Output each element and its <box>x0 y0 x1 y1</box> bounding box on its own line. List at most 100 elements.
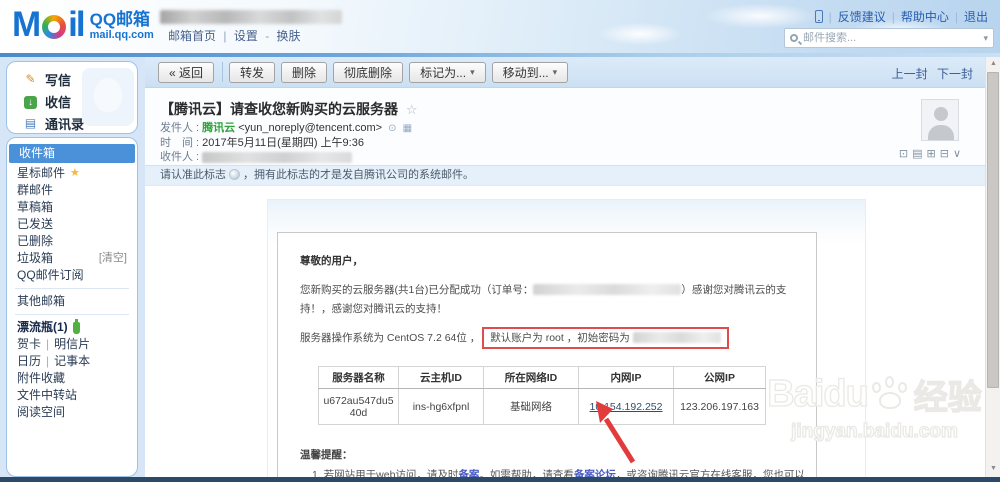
folder-label: 已删除 <box>17 233 53 250</box>
sidebar-item-deleted[interactable]: 已删除 <box>7 233 137 250</box>
scroll-up-button[interactable]: ▲ <box>986 57 1000 71</box>
notice-text-pre: 请认准此标志 <box>160 169 226 181</box>
sender-card-icon[interactable]: ▦ <box>403 123 412 134</box>
collapse-chevron-icon[interactable]: ∨ <box>953 147 961 160</box>
public-ip-cell: 123.206.197.163 <box>674 389 766 425</box>
logo-domain: mail.qq.com <box>90 29 154 41</box>
intranet-ip-link[interactable]: 10.154.192.252 <box>590 401 663 413</box>
folder-label: 星标邮件 <box>17 165 65 182</box>
print-icon[interactable]: ⊟ <box>940 147 949 160</box>
scroll-thumb[interactable] <box>987 72 999 388</box>
sidebar: ✎ 写信 ↓ 收信 ▤ 通讯录 收件箱 星标邮件 ★ 群邮件 草稿箱 已发送 已… <box>0 57 145 477</box>
delete-button[interactable]: 删除 <box>281 62 327 83</box>
sidebar-item-attachments[interactable]: 附件收藏 <box>7 370 137 387</box>
scrollbar[interactable]: ▲ ▼ <box>985 57 1000 477</box>
search-caret-icon[interactable]: ▾ <box>983 33 988 44</box>
table-header-cell: 内网IP <box>579 367 674 389</box>
logout-link[interactable]: 退出 <box>964 8 988 25</box>
folder-label: QQ邮件订阅 <box>17 267 84 284</box>
nav-separator: | <box>223 29 226 43</box>
authenticity-notice-bar: 请认准此标志 ，拥有此标志的才是发自腾讯公司的系统邮件。 <box>145 165 985 186</box>
mark-as-button[interactable]: 标记为... ▾ <box>409 62 486 83</box>
order-paragraph: 您新购买的云服务器(共1台)已分配成功（订单号：）感谢您对腾讯云的支持！，感谢您… <box>300 281 802 319</box>
prev-mail-link[interactable]: 上一封 <box>892 67 928 81</box>
back-button[interactable]: « 返回 <box>158 62 214 83</box>
notice-text-post: ，拥有此标志的才是发自腾讯公司的系统邮件。 <box>243 169 474 181</box>
feedback-link[interactable]: 反馈建议 <box>838 8 886 25</box>
postcard-link[interactable]: 明信片 <box>54 336 90 353</box>
purge-label: 彻底删除 <box>344 64 392 81</box>
caret-down-icon: ▾ <box>470 67 475 78</box>
notes-link[interactable]: 记事本 <box>54 353 90 370</box>
search-input[interactable] <box>803 32 983 44</box>
sender-name[interactable]: 腾讯云 <box>202 122 235 134</box>
search-icon <box>790 34 798 42</box>
sidebar-item-other-mail[interactable]: 其他邮箱 <box>7 293 137 310</box>
receive-label: 收信 <box>45 92 71 111</box>
caret-down-icon: ▾ <box>553 67 558 78</box>
server-table: 服务器名称 云主机ID 所在网络ID 内网IP 公网IP u672au547du… <box>318 366 766 425</box>
contacts-button[interactable]: ▤ 通讯录 <box>7 112 137 134</box>
mail-toolbar: « 返回 转发 删除 彻底删除 标记为... ▾ 移动到... ▾ 上一封 下一… <box>145 57 985 88</box>
move-to-button[interactable]: 移动到... ▾ <box>492 62 569 83</box>
contacts-label: 通讯录 <box>45 114 84 133</box>
folder-label: 附件收藏 <box>17 370 65 387</box>
sidebar-item-inbox[interactable]: 收件箱 <box>9 144 135 163</box>
instance-id-cell: ins-hg6xfpnl <box>399 389 484 425</box>
sidebar-item-drift-bottle[interactable]: 漂流瓶(1) <box>7 319 137 336</box>
table-row: u672au547du540d ins-hg6xfpnl 基础网络 10.154… <box>319 389 766 425</box>
sidebar-item-group-mail[interactable]: 群邮件 <box>7 182 137 199</box>
mark-label: 标记为... <box>420 64 466 81</box>
purge-button[interactable]: 彻底删除 <box>333 62 403 83</box>
order-number-blurred <box>533 284 681 295</box>
windows-icon[interactable]: ⊡ <box>899 147 908 160</box>
sender-badge-icon[interactable]: ⊙ <box>388 123 396 134</box>
sidebar-item-calendar-notes: 日历 | 记事本 <box>7 353 137 370</box>
top-nav: 邮箱首页 | 设置 - 换肤 <box>168 27 305 44</box>
sidebar-item-sent[interactable]: 已发送 <box>7 216 137 233</box>
receive-button[interactable]: ↓ 收信 <box>7 90 137 112</box>
bottom-bar <box>0 477 1000 482</box>
favorite-star-icon[interactable]: ☆ <box>406 102 418 117</box>
sender-address[interactable]: <yun_noreply@tencent.com> <box>238 122 382 134</box>
nav-settings-link[interactable]: 设置 <box>234 29 258 43</box>
next-mail-link[interactable]: 下一封 <box>937 67 973 81</box>
phone-icon[interactable] <box>815 10 823 23</box>
server-os-text: 服务器操作系统为 CentOS 7.2 64位 ， <box>300 332 480 344</box>
calendar-link[interactable]: 日历 <box>17 353 41 370</box>
document-icon[interactable]: ▤ <box>912 147 922 160</box>
credential-highlight-box: 默认账户为 root ，初始密码为 <box>482 327 728 349</box>
mail-subject: 【腾讯云】请查收您新购买的云服务器 <box>160 101 398 117</box>
help-center-link[interactable]: 帮助中心 <box>901 8 949 25</box>
compose-button[interactable]: ✎ 写信 <box>7 68 137 90</box>
folder-label: 其他邮箱 <box>17 293 65 310</box>
sidebar-item-file-transfer[interactable]: 文件中转站 <box>7 387 137 404</box>
folder-separator: | <box>46 336 49 353</box>
mail-action-icons: ⊡ ▤ ⊞ ⊟ ∨ <box>899 147 961 160</box>
sidebar-item-starred[interactable]: 星标邮件 ★ <box>7 165 137 182</box>
folder-add-icon[interactable]: ⊞ <box>927 147 936 160</box>
scroll-down-button[interactable]: ▼ <box>986 462 1000 476</box>
sidebar-item-junk[interactable]: 垃圾箱 [清空] <box>7 250 137 267</box>
mail-subject-row: 【腾讯云】请查收您新购买的云服务器 ☆ <box>160 99 418 119</box>
sidebar-item-drafts[interactable]: 草稿箱 <box>7 199 137 216</box>
junk-clear-link[interactable]: [清空] <box>99 250 127 267</box>
search-box[interactable]: ▾ <box>784 28 994 48</box>
folder-label: 收件箱 <box>19 144 55 163</box>
top-link-separator: | <box>829 10 832 24</box>
nav-home-link[interactable]: 邮箱首页 <box>168 29 216 43</box>
forward-button[interactable]: 转发 <box>229 62 275 83</box>
logo-brand: QQ邮箱 <box>90 10 154 29</box>
mail-header: 【腾讯云】请查收您新购买的云服务器 ☆ 发件人 : 腾讯云 <yun_norep… <box>145 88 985 165</box>
sidebar-item-reading-space[interactable]: 阅读空间 <box>7 404 137 421</box>
sidebar-item-subscription[interactable]: QQ邮件订阅 <box>7 267 137 284</box>
nav-skin-link[interactable]: 换肤 <box>277 29 301 43</box>
avatar[interactable] <box>921 99 959 141</box>
order-text-a: 您新购买的云服务器(共1台)已分配成功（订单号： <box>300 284 533 296</box>
sidebar-divider <box>15 288 129 289</box>
greeting-card-link[interactable]: 贺卡 <box>17 336 41 353</box>
account-blurred <box>160 10 342 24</box>
mail-pager: 上一封 下一封 <box>886 65 973 82</box>
network-cell: 基础网络 <box>484 389 579 425</box>
qqmail-logo[interactable]: M il QQ邮箱 mail.qq.com <box>12 5 154 45</box>
